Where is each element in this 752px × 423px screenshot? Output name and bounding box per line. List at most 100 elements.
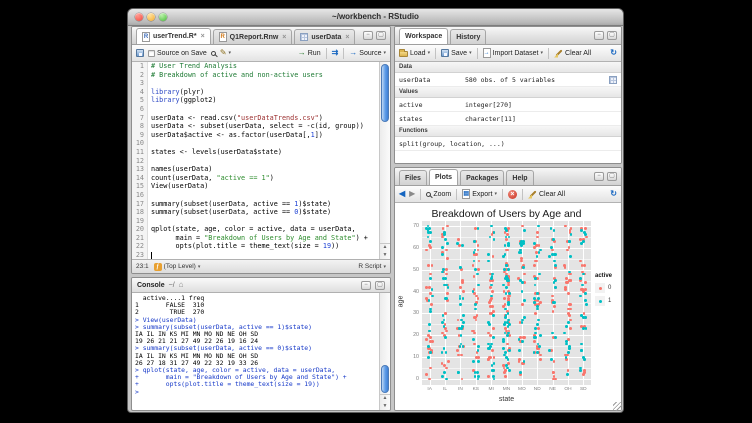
data-point	[553, 229, 556, 232]
data-point	[477, 284, 480, 287]
data-point	[582, 356, 585, 359]
clear-all-label: Clear All	[565, 50, 591, 57]
code-editor[interactable]: 1# User Trend Analysis2# Breakdown of ac…	[132, 62, 379, 259]
code-line: 4library(plyr)	[132, 88, 379, 97]
tab-usertrend-r[interactable]: R userTrend.R* ×	[136, 28, 211, 44]
console-scrollbar[interactable]: ▲▼	[379, 293, 390, 410]
clear-all-plots-button[interactable]: Clear All	[528, 190, 565, 199]
tab-help[interactable]: Help	[506, 170, 533, 185]
data-point	[568, 240, 571, 243]
tab-workspace[interactable]: Workspace	[399, 28, 448, 44]
run-button[interactable]: → Run	[298, 49, 321, 57]
minimize-pane-button[interactable]: −	[594, 31, 604, 40]
scope-label: (Top Level)	[164, 263, 196, 270]
window-resize-grip[interactable]	[613, 402, 622, 411]
tab-history[interactable]: History	[450, 29, 486, 44]
import-dataset-button[interactable]: → Import Dataset ▾	[483, 48, 543, 58]
minimize-pane-button[interactable]: −	[361, 281, 371, 290]
export-plot-button[interactable]: ▤ Export ▾	[462, 189, 497, 199]
scrollbar-thumb[interactable]	[381, 64, 389, 122]
refresh-icon[interactable]: ↻	[610, 49, 617, 57]
x-tick-label: IL	[438, 387, 452, 392]
tab-userdata[interactable]: userData ×	[294, 29, 355, 44]
console-output[interactable]: active....1 freq1 FALSE 3102 TRUE 270> V…	[132, 293, 379, 410]
data-point	[583, 264, 586, 267]
tab-packages[interactable]: Packages	[460, 170, 504, 185]
maximize-pane-button[interactable]: ▢	[607, 172, 617, 181]
maximize-pane-button[interactable]: ▢	[376, 31, 386, 40]
y-tick-label: 20	[397, 332, 419, 338]
view-data-grid-icon[interactable]	[609, 76, 617, 84]
remove-plot-icon[interactable]: ×	[508, 190, 517, 199]
close-tab-icon[interactable]: ×	[201, 33, 205, 40]
source-on-save-checkbox[interactable]: Source on Save	[148, 50, 207, 57]
data-point	[477, 297, 480, 300]
working-directory-icon[interactable]: ⌂	[179, 281, 184, 289]
maximize-pane-button[interactable]: ▢	[375, 281, 385, 290]
scrollbar-arrows[interactable]: ▲▼	[380, 243, 390, 259]
gridline	[491, 221, 492, 385]
workspace-row-active[interactable]: active integer[270]	[395, 98, 621, 112]
data-point	[488, 323, 491, 326]
data-point	[565, 356, 568, 359]
close-tab-icon[interactable]: ×	[282, 34, 286, 41]
file-type-selector[interactable]: R Script ▾	[358, 263, 386, 270]
zoom-plot-button[interactable]: Zoom	[426, 191, 451, 198]
code-line: 6	[132, 105, 379, 114]
import-dataset-icon: →	[483, 48, 491, 58]
data-point	[582, 316, 585, 319]
checkbox-icon[interactable]	[148, 50, 155, 57]
tab-files[interactable]: Files	[399, 170, 427, 185]
load-workspace-button[interactable]: Load ▾	[399, 49, 430, 57]
code-token: states <- levels(userData$state)	[151, 148, 282, 156]
data-point	[553, 305, 556, 308]
data-point	[425, 249, 428, 252]
data-point	[538, 345, 541, 348]
maximize-pane-button[interactable]: ▢	[607, 31, 617, 40]
code-line: 22 opts(plot.title = theme_text(size = 1…	[132, 242, 379, 251]
tab-plots[interactable]: Plots	[429, 169, 458, 185]
scrollbar-thumb[interactable]	[381, 365, 389, 393]
workspace-toolbar: Load ▾ Save ▾ → Import Dataset ▾	[395, 45, 621, 62]
minimize-pane-button[interactable]: −	[594, 172, 604, 181]
save-workspace-button[interactable]: Save ▾	[441, 49, 471, 57]
clear-all-button[interactable]: Clear All	[554, 49, 591, 58]
data-point	[536, 292, 539, 295]
refresh-icon[interactable]: ↻	[610, 190, 617, 198]
data-point	[445, 297, 448, 300]
close-tab-icon[interactable]: ×	[345, 34, 349, 41]
find-button[interactable]	[211, 51, 216, 56]
chart-panel	[422, 221, 591, 385]
workspace-row-states[interactable]: states character[11]	[395, 112, 621, 126]
object-name: userData	[399, 76, 465, 84]
data-point	[456, 349, 459, 352]
workspace-section-header: Functions	[395, 126, 621, 137]
scope-selector[interactable]: f (Top Level) ▾	[154, 263, 201, 271]
import-dataset-label: Import Dataset	[493, 50, 539, 57]
data-point	[534, 277, 537, 280]
back-arrow-icon[interactable]: ◀	[399, 190, 405, 198]
source-button[interactable]: → Source ▾	[349, 49, 386, 57]
source-tab-bar: R userTrend.R* × R Q1Report.Rnw × userDa…	[132, 27, 390, 45]
data-point	[518, 251, 521, 254]
save-icon	[136, 49, 144, 57]
workspace-row-userdata[interactable]: userData 580 obs. of 5 variables	[395, 73, 621, 87]
data-point	[507, 301, 510, 304]
workspace-row-split[interactable]: split(group, location, ...)	[395, 137, 621, 151]
data-point	[567, 292, 570, 295]
forward-arrow-icon[interactable]: ▶	[409, 190, 415, 198]
data-point	[492, 327, 495, 330]
data-point	[488, 347, 491, 350]
data-point	[477, 227, 480, 230]
title-bar[interactable]: ~/workbench - RStudio	[128, 9, 623, 26]
gridline	[445, 221, 446, 385]
code-tools-button[interactable]: ✎ ▾	[220, 49, 231, 57]
scrollbar-arrows[interactable]: ▲▼	[380, 394, 390, 410]
editor-scrollbar[interactable]: ▲▼	[379, 62, 390, 259]
minimize-pane-button[interactable]: −	[363, 31, 373, 40]
code-token: (plyr)	[180, 88, 205, 96]
save-button[interactable]	[136, 49, 144, 57]
tab-q1report-rnw[interactable]: R Q1Report.Rnw ×	[213, 29, 293, 44]
workspace-section-header: Data	[395, 62, 621, 73]
rerun-button[interactable]: ⇉	[332, 49, 339, 57]
